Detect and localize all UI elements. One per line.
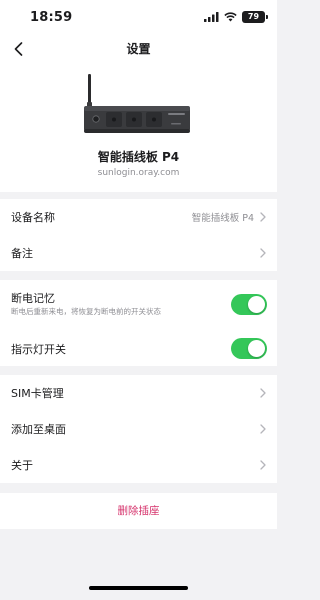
status-icons: 79 (204, 11, 268, 23)
indicator-light-toggle[interactable] (231, 338, 267, 359)
toggle-knob (248, 340, 265, 357)
toggle-knob (248, 296, 265, 313)
device-domain: sunlogin.oray.com (97, 168, 180, 178)
chevron-right-icon (260, 388, 266, 398)
row-note[interactable]: 备注 (0, 235, 277, 271)
section-toggles: 断电记忆 断电后重新来电，将恢复为断电前的开关状态 指示灯开关 (0, 280, 277, 366)
chevron-right-icon (260, 460, 266, 470)
power-memory-label: 断电记忆 (11, 292, 55, 305)
status-time: 18:59 (30, 10, 73, 25)
chevron-right-icon (260, 212, 266, 222)
row-power-memory: 断电记忆 断电后重新来电，将恢复为断电前的开关状态 (0, 280, 277, 330)
power-memory-description: 断电后重新来电，将恢复为断电前的开关状态 (11, 307, 161, 316)
row-sim-management[interactable]: SIM卡管理 (0, 375, 277, 411)
nav-bar: 设置 (0, 36, 277, 62)
page-title: 设置 (126, 42, 151, 56)
row-about[interactable]: 关于 (0, 447, 277, 483)
battery-icon: 79 (242, 11, 268, 23)
section-more: SIM卡管理 添加至桌面 关于 (0, 375, 277, 483)
indicator-light-label: 指示灯开关 (11, 343, 66, 356)
device-name: 智能插线板 P4 (97, 150, 180, 164)
chevron-right-icon (260, 248, 266, 258)
row-add-to-desktop[interactable]: 添加至桌面 (0, 411, 277, 447)
device-name-label: 设备名称 (11, 211, 55, 224)
status-bar: 18:59 79 (0, 0, 277, 36)
section-basic-info: 设备名称 智能插线板 P4 备注 (0, 199, 277, 271)
wifi-icon (224, 12, 237, 22)
power-memory-toggle[interactable] (231, 294, 267, 315)
row-indicator-light: 指示灯开关 (0, 330, 277, 366)
about-label: 关于 (11, 459, 33, 472)
device-header: 智能插线板 P4 sunlogin.oray.com (0, 62, 277, 192)
sim-management-label: SIM卡管理 (11, 387, 64, 400)
add-to-desktop-label: 添加至桌面 (11, 423, 66, 436)
device-name-value: 智能插线板 P4 (191, 213, 254, 224)
power-strip-image (84, 74, 190, 133)
delete-socket-button[interactable]: 删除插座 (0, 493, 277, 529)
home-indicator (89, 586, 188, 590)
row-device-name[interactable]: 设备名称 智能插线板 P4 (0, 199, 277, 235)
note-label: 备注 (11, 247, 33, 260)
chevron-right-icon (260, 424, 266, 434)
signal-icon (204, 12, 219, 22)
